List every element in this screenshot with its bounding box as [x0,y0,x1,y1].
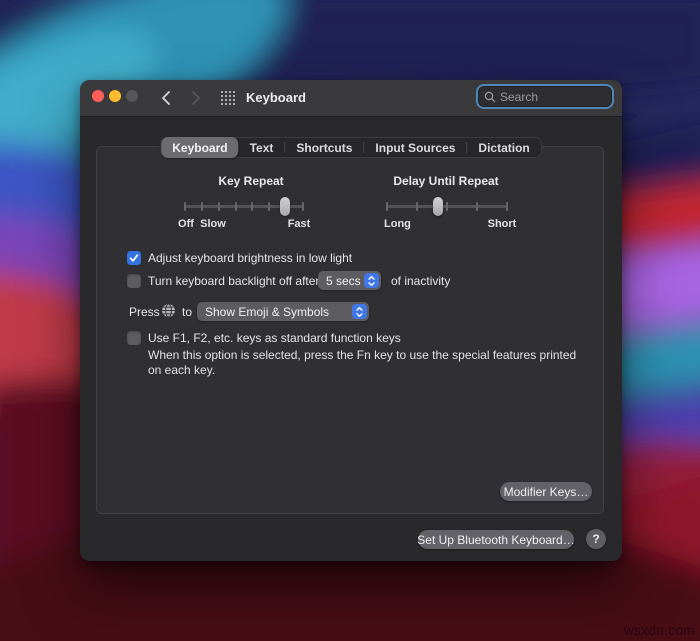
key-repeat-label-slow: Slow [200,218,226,230]
key-repeat-thumb[interactable] [280,197,290,216]
key-repeat-title: Key Repeat [218,174,284,188]
adjust-brightness-label: Adjust keyboard brightness in low light [148,251,353,265]
press-globe-suffix: to [182,305,193,319]
search-field[interactable]: Search [476,84,614,109]
minimize-button[interactable] [109,90,121,102]
system-preferences-window: Keyboard Search Keyboard Text Shortcuts … [80,80,622,561]
standard-fn-description: When this option is selected, press the … [148,348,577,377]
forward-icon [192,91,200,105]
show-all-grid-icon[interactable] [221,91,235,105]
popup-stepper-icon [352,304,367,319]
window-title: Keyboard [246,90,306,105]
press-globe-prefix: Press [129,305,160,319]
press-globe-value: Show Emoji & Symbols [205,304,330,319]
tab-strip: Keyboard Text Shortcuts Input Sources Di… [160,137,542,158]
delay-title: Delay Until Repeat [393,174,499,188]
tab-input-sources[interactable]: Input Sources [364,138,466,157]
desktop: wsxdn.com Keyboard Search Keyboard Text … [0,0,700,641]
help-button[interactable]: ? [586,529,606,549]
tab-shortcuts[interactable]: Shortcuts [285,138,363,157]
tab-dictation[interactable]: Dictation [467,138,540,157]
search-icon [484,91,496,102]
backlight-duration-popup[interactable]: 5 secs [318,271,381,290]
adjust-brightness-checkbox[interactable] [127,251,141,265]
backlight-off-suffix: of inactivity [391,274,451,288]
checkmark-icon [129,254,139,262]
delay-thumb[interactable] [433,197,443,216]
keyboard-pane: Key Repeat Off Slow Fast Delay Until Rep… [96,146,604,514]
press-globe-popup[interactable]: Show Emoji & Symbols [197,302,369,321]
zoom-button-disabled [126,90,138,102]
popup-stepper-icon [364,273,379,288]
standard-fn-checkbox[interactable] [127,331,141,345]
tab-keyboard[interactable]: Keyboard [161,137,239,158]
key-repeat-label-off: Off [178,218,194,230]
setup-bluetooth-keyboard-button[interactable]: Set Up Bluetooth Keyboard… [417,530,575,549]
standard-fn-label: Use F1, F2, etc. keys as standard functi… [148,331,401,345]
delay-ticks [386,202,508,211]
close-button[interactable] [92,90,104,102]
backlight-off-checkbox[interactable] [127,274,141,288]
titlebar[interactable]: Keyboard Search [80,80,622,117]
back-icon[interactable] [160,90,172,106]
key-repeat-label-fast: Fast [287,218,311,230]
delay-label-long: Long [384,218,411,230]
delay-label-short: Short [487,218,517,230]
watermark: wsxdn.com [623,623,695,638]
modifier-keys-button[interactable]: Modifier Keys… [500,482,592,501]
globe-icon [162,303,175,318]
search-placeholder: Search [500,89,539,104]
tab-text[interactable]: Text [239,138,285,157]
backlight-off-label: Turn keyboard backlight off after [148,274,320,288]
